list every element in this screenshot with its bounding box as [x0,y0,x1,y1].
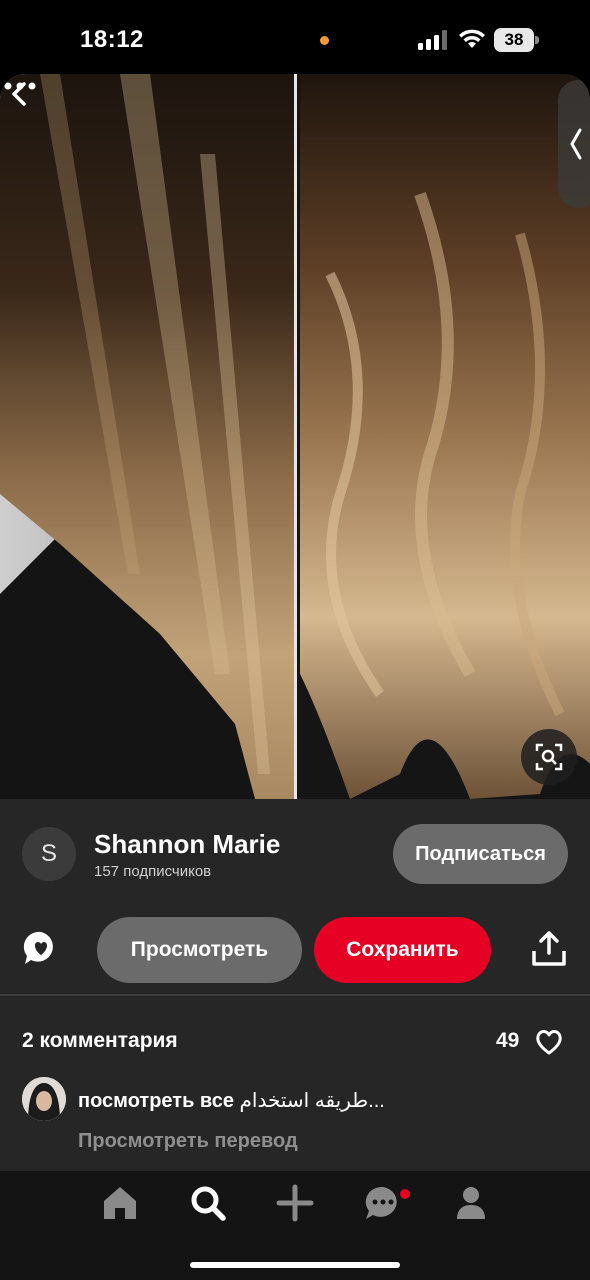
profile-icon[interactable] [451,1183,491,1223]
battery-level: 38 [494,28,534,52]
notification-dot [400,1189,410,1199]
wifi-icon [459,29,485,48]
comment-body: طريقه استخدام... [239,1090,385,1112]
status-time: 18:12 [80,26,144,53]
messages-icon[interactable] [363,1183,403,1223]
visual-search-button[interactable] [521,729,577,785]
author-followers: 157 подписчиков [94,863,212,880]
home-icon[interactable] [100,1183,140,1223]
view-button[interactable]: Просмотреть [97,917,302,983]
upload-icon[interactable] [530,931,568,967]
battery-icon: 38 [494,28,540,52]
pin-details-panel: S Shannon Marie 157 подписчиков Подписат… [0,799,590,1171]
comments-title[interactable]: 2 комментария [22,1029,178,1053]
first-comment[interactable]: посмотреть все طريقه استخدام... [78,1088,385,1113]
see-all-comments-link[interactable]: посмотреть все [78,1090,234,1112]
likes-count: 49 [496,1029,520,1052]
chat-share-icon[interactable] [22,929,60,967]
view-translation-link[interactable]: Просмотреть перевод [78,1130,298,1153]
divider [0,994,590,996]
more-icon[interactable] [0,74,40,98]
privacy-indicator-dot [320,36,329,45]
status-bar: 18:12 38 [0,0,590,74]
author-avatar[interactable]: S [22,827,76,881]
cellular-signal-icon [418,30,447,50]
side-panel-tab[interactable] [558,80,590,208]
commenter-avatar[interactable] [22,1077,66,1121]
pin-image[interactable] [0,74,590,799]
plus-icon[interactable] [275,1183,315,1223]
commenter-photo [22,1077,66,1121]
author-name[interactable]: Shannon Marie [94,829,280,860]
bottom-navigation [0,1171,590,1280]
home-indicator[interactable] [190,1262,400,1268]
chevron-left-icon [570,128,582,160]
heart-icon[interactable] [534,1028,564,1056]
save-button[interactable]: Сохранить [314,917,491,983]
search-icon[interactable] [188,1183,228,1223]
hair-photo-illustration [0,74,590,799]
follow-button[interactable]: Подписаться [393,824,568,884]
visual-search-icon [535,743,563,771]
